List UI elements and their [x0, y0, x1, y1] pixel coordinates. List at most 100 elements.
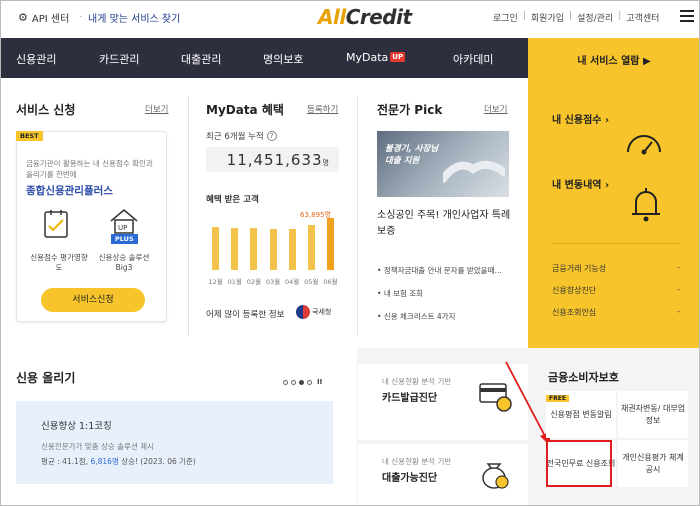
logo-part-all: All — [318, 5, 346, 29]
free-badge: FREE — [546, 395, 569, 402]
pick-list-text: 신용 체크리스트 4가지 — [383, 312, 456, 321]
chart-bar — [269, 228, 277, 270]
chart-bar — [307, 225, 315, 270]
nav-loan-management[interactable]: 대출관리 — [181, 51, 221, 67]
chart-x-label: 03월 — [265, 278, 281, 286]
gauge-icon — [627, 135, 661, 155]
login-link[interactable]: 로그인 — [493, 11, 518, 24]
creditor-change-link[interactable]: 채권자변동/ 대부업 정보 — [618, 391, 688, 438]
pick-list-item[interactable]: • 정책자금대출 안내 문자를 받았을때… — [377, 265, 512, 276]
loan-eligibility-card[interactable]: 내 신용현황 분석 기반 대출가능진단 — [358, 444, 528, 506]
panel-divider — [552, 243, 680, 244]
panel-row[interactable]: 신용조회안심 - — [552, 307, 680, 318]
benefit-label: 혜택 받은 고객 — [206, 195, 259, 205]
my-change-history-link[interactable]: 내 변동내역 › — [552, 176, 609, 191]
pick-section-title: 전문가 Pick — [377, 103, 443, 117]
carousel-dot[interactable] — [291, 379, 296, 385]
pick-headline[interactable]: 소싱공인 주목! 개인사업자 특례보증 — [377, 208, 512, 240]
chart-bar — [250, 228, 258, 270]
nav-mydata-label: MyData — [346, 51, 389, 64]
panel-row-mark: - — [677, 263, 680, 272]
carousel-dot-active[interactable] — [299, 379, 304, 385]
chart-highlight-value: 63,895명 — [300, 211, 331, 219]
service-description: 금융기관이 활용하는 내 신용점수 확인과 올리기를 한번에 — [26, 159, 153, 179]
carousel-dot[interactable] — [307, 379, 312, 385]
nts-logo[interactable]: 국세청 — [296, 303, 338, 321]
mydata-period: 최근 6개월 누적 ? — [206, 130, 277, 142]
mydata-section-title: MyData 혜택 — [206, 103, 284, 117]
nav-card-management[interactable]: 카드관리 — [99, 51, 139, 67]
logo-part-credit: Credit — [345, 5, 412, 29]
chart-bar — [231, 227, 239, 270]
settings-link[interactable]: 설정/관리 — [577, 11, 613, 24]
plus-badge: PLUS — [111, 234, 138, 244]
pause-icon[interactable]: II — [317, 378, 322, 386]
score-evaluation-icon — [43, 209, 73, 243]
my-credit-score-link[interactable]: 내 신용점수 › — [552, 111, 609, 126]
chart-x-label: 02월 — [246, 278, 261, 286]
panel-row-label: 금융거래 기능성 — [552, 264, 607, 273]
best-badge: BEST — [16, 131, 43, 141]
highlight-box — [546, 440, 612, 487]
up-badge: UP — [390, 52, 406, 62]
signup-link[interactable]: 회원가입 — [531, 11, 564, 24]
nav-credit-management[interactable]: 신용관리 — [16, 51, 56, 67]
pick-list-item[interactable]: • 내 보험 조회 — [377, 288, 512, 299]
api-center-link[interactable]: ⚙ API 센터 · — [18, 10, 82, 25]
nav-academy[interactable]: 아카데미 — [453, 51, 493, 67]
help-icon[interactable]: ? — [266, 131, 277, 141]
customer-center-link[interactable]: 고객센터 — [626, 11, 659, 24]
gear-icon: ⚙ — [18, 11, 28, 24]
chart-x-label: 12월 — [208, 278, 223, 286]
nts-label: 국세청 — [312, 308, 332, 316]
loan-eligibility-title: 대출가능진단 — [382, 473, 438, 484]
pick-list-text: 정책자금대출 안내 문자를 받았을때… — [383, 266, 502, 275]
credit-up-solution-label: 신용상승 솔루션 Big3 — [98, 253, 150, 272]
pick-list-text: 내 보험 조회 — [383, 289, 424, 298]
chart-bar — [288, 229, 296, 270]
my-services-button[interactable]: 내 서비스 열람 ▶ — [528, 38, 700, 78]
credit-rating-disclosure-link[interactable]: 개인신용평가 체계 공시 — [618, 440, 688, 487]
carousel-dot[interactable] — [283, 379, 288, 385]
panel-row[interactable]: 금융거래 기능성 - — [552, 263, 680, 274]
chart-bar — [326, 217, 334, 270]
pick-banner-image[interactable]: 불경기, 사장님 대출 지원 — [377, 131, 509, 197]
top-links: 로그인 | 회원가입 | 설정/관리 | 고객센터 — [493, 11, 659, 24]
handshake-icon — [443, 160, 505, 183]
link-separator: | — [569, 11, 573, 21]
chart-x-label: 05월 — [304, 278, 319, 286]
column-divider — [188, 96, 189, 336]
pick-list: • 정책자금대출 안내 문자를 받았을때… • 내 보험 조회 • 신용 체크리… — [377, 265, 512, 334]
coaching-stats-count: 6,816명 — [90, 457, 119, 466]
chart-x-label: 04월 — [285, 278, 300, 286]
mydata-register-link[interactable]: 등록하기 — [307, 103, 338, 115]
mydata-period-label: 최근 6개월 누적 — [206, 132, 264, 142]
panel-row-label: 신용조회안심 — [552, 308, 597, 317]
score-evaluation-label: 신용점수 평가영향도 — [30, 253, 88, 272]
link-separator: | — [522, 11, 526, 21]
main-nav: 신용관리 카드관리 대출관리 명의보호 MyData UP 아카데미 — [0, 38, 528, 78]
nav-identity-protection[interactable]: 명의보호 — [263, 51, 303, 67]
menu-icon[interactable] — [680, 10, 694, 22]
pick-list-item[interactable]: • 신용 체크리스트 4가지 — [377, 311, 512, 322]
service-apply-button[interactable]: 서비스신청 — [41, 288, 145, 312]
chart-bar — [212, 227, 220, 270]
panel-row[interactable]: 신용향상진단 - — [552, 285, 680, 296]
link-separator: | — [618, 11, 622, 21]
pick-banner-text: 불경기, 사장님 대출 지원 — [385, 144, 439, 166]
nts-emblem-icon — [296, 305, 310, 319]
coaching-description: 신용전문가가 맞춤 상승 솔루션 제시 — [41, 442, 155, 451]
nav-mydata[interactable]: MyData UP — [346, 51, 406, 64]
pick-more-link[interactable]: 더보기 — [484, 103, 507, 115]
service-finder-link[interactable]: 내게 맞는 서비스 찾기 — [88, 10, 180, 25]
mydata-count: 11,451,633 — [226, 151, 323, 169]
allcredit-logo[interactable]: AllCredit — [318, 5, 412, 29]
chart-x-label: 01월 — [227, 278, 242, 286]
loan-eligibility-sub: 내 신용현황 분석 기반 — [382, 457, 452, 466]
service-more-link[interactable]: 더보기 — [145, 103, 168, 115]
carousel-controls: II — [283, 378, 322, 386]
coaching-stats: 평균 : 41.1점, 6,816명 상승! (2023. 06 기준) — [41, 456, 196, 467]
mydata-counter: 11,451,633명 — [206, 147, 339, 172]
service-name: 종합신용관리플러스 — [26, 185, 113, 197]
popular-info-label: 어제 많이 등록한 정보 — [206, 310, 285, 320]
